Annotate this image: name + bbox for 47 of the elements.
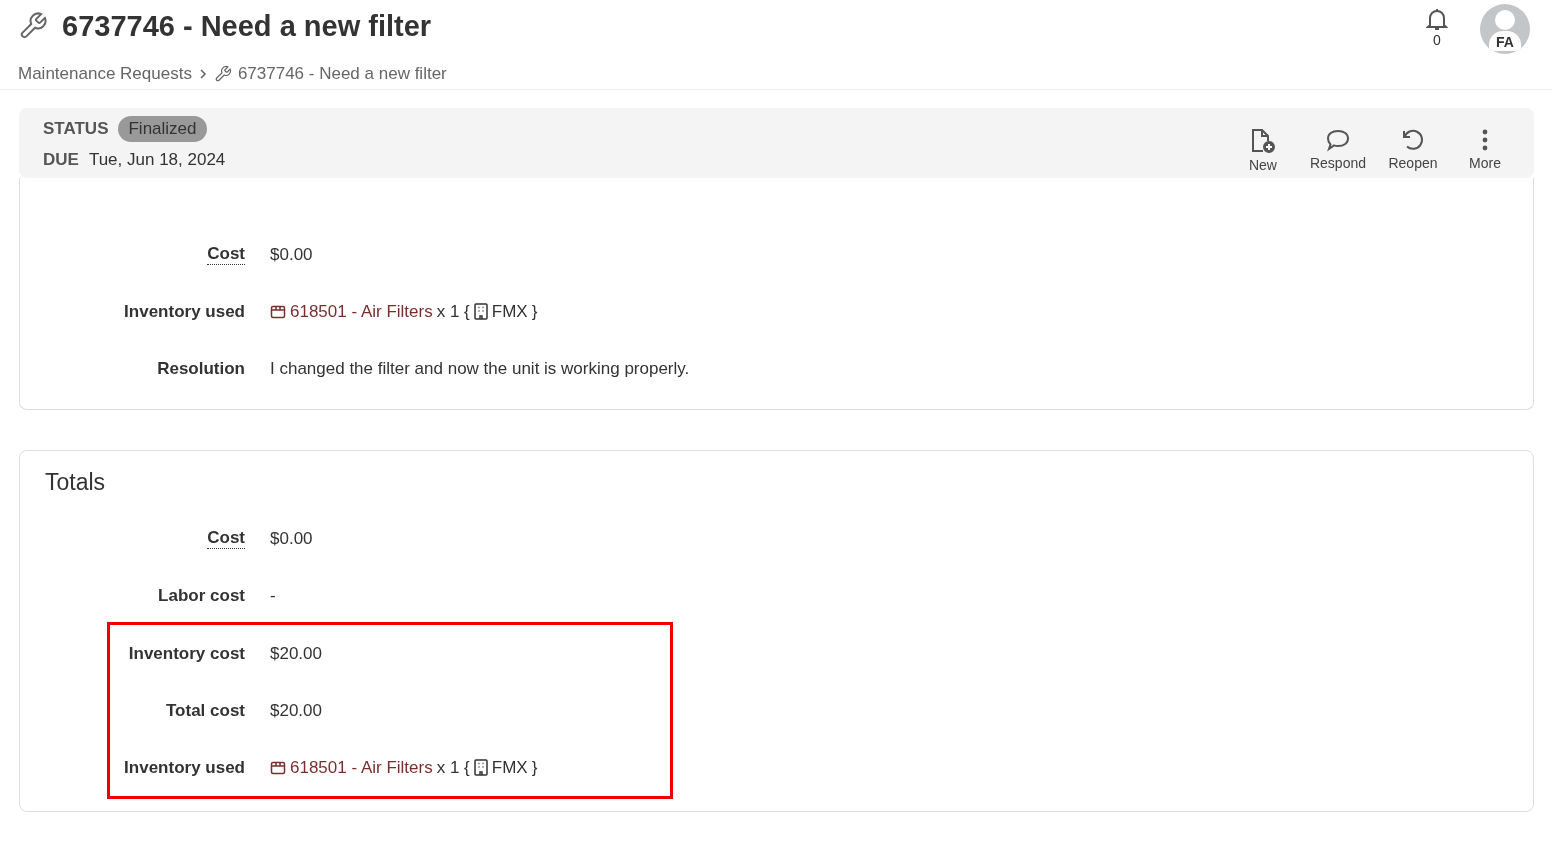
field-label: Total cost (165, 700, 245, 721)
quantity-text: x 1 { (436, 301, 470, 322)
field-label: Resolution (157, 358, 245, 379)
card-title: Totals (45, 469, 107, 496)
location-text: FMX (491, 301, 528, 322)
chevron-right-icon (197, 68, 208, 80)
field-label: Cost (207, 244, 245, 265)
building-icon (473, 303, 488, 320)
undo-icon (1401, 127, 1425, 152)
due-label: DUE (43, 150, 79, 170)
field-label: Cost (207, 528, 245, 549)
bell-icon[interactable] (1426, 8, 1448, 32)
brace-text: } (531, 301, 538, 322)
breadcrumb-current: 6737746 - Need a new filter (237, 64, 447, 84)
notification-count: 0 (1433, 32, 1441, 48)
field-label: Inventory cost (128, 643, 245, 664)
status-badge: Finalized (118, 116, 207, 142)
reopen-button[interactable]: Reopen (1388, 127, 1438, 173)
respond-button[interactable]: Respond (1309, 127, 1366, 173)
user-avatar[interactable]: FA (1480, 4, 1530, 54)
field-value: - (270, 585, 277, 606)
page-title: 6737746 - Need a new filter (62, 9, 432, 43)
building-icon (473, 759, 488, 776)
field-value: $20.00 (270, 700, 323, 721)
box-icon (270, 303, 286, 320)
brace-text: } (531, 757, 538, 778)
field-value: I changed the filter and now the unit is working properly. (270, 358, 691, 379)
box-icon (270, 759, 286, 776)
location-text: FMX (491, 757, 528, 778)
speech-bubble-icon (1324, 127, 1351, 152)
field-label: Labor cost (158, 585, 245, 606)
due-date: Tue, Jun 18, 2024 (88, 150, 226, 170)
inventory-link[interactable]: 618501 - Air Filters (290, 757, 433, 778)
wrench-icon (213, 65, 232, 83)
new-button[interactable]: New (1237, 127, 1288, 173)
field-value: $20.00 (270, 643, 323, 664)
field-label: Inventory used (124, 301, 245, 322)
more-icon (1481, 127, 1489, 152)
field-value: $0.00 (270, 528, 314, 549)
status-label: STATUS (43, 119, 109, 139)
field-label: Inventory used (124, 757, 245, 778)
more-button[interactable]: More (1460, 127, 1510, 173)
wrench-icon (18, 11, 48, 41)
field-value: $0.00 (270, 244, 314, 265)
breadcrumb-link[interactable]: Maintenance Requests (18, 64, 192, 84)
quantity-text: x 1 { (436, 757, 470, 778)
inventory-link[interactable]: 618501 - Air Filters (290, 301, 433, 322)
